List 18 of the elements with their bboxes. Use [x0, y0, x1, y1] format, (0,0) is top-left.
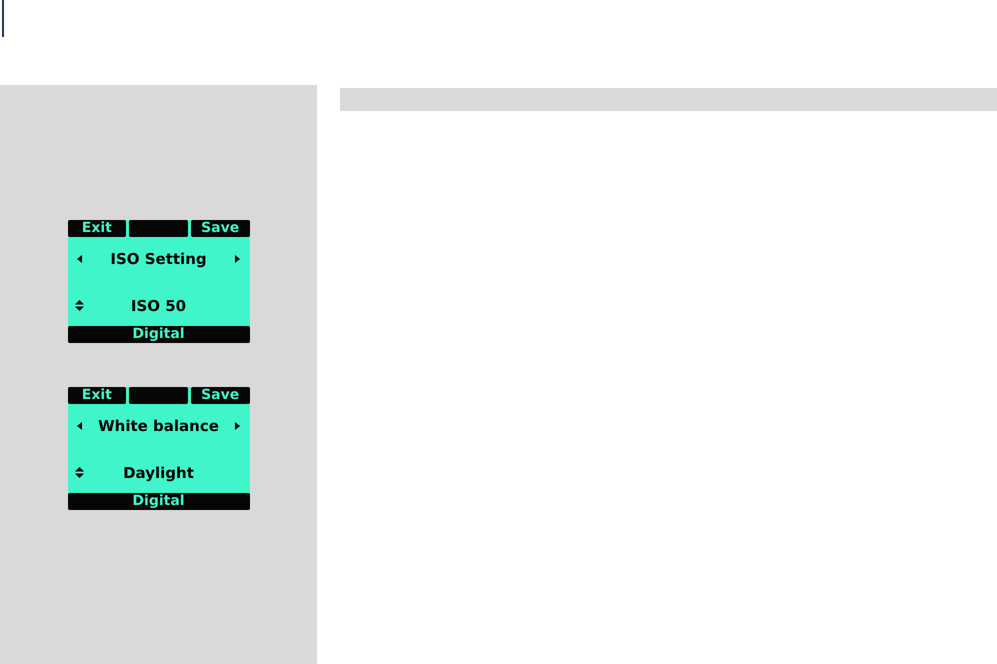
mode-bar: Digital — [68, 493, 250, 510]
setting-name: ISO Setting — [109, 250, 208, 268]
blank-softkey-bar — [129, 387, 188, 404]
right-arrow-icon — [235, 422, 240, 430]
up-down-arrow-icon — [75, 467, 84, 478]
right-arrow-icon — [235, 254, 240, 262]
softkey-label: Exit — [68, 220, 126, 237]
setting-value: Daylight — [122, 464, 195, 482]
setting-name: White balance — [97, 416, 220, 434]
up-down-arrow-icon — [75, 300, 84, 311]
softkey-label: Save — [190, 387, 250, 404]
blank-softkey-bar — [129, 220, 188, 237]
mode-bar: Digital — [68, 326, 250, 343]
softkey-label: Exit — [68, 387, 126, 404]
setting-value: ISO 50 — [130, 296, 188, 314]
left-arrow-icon — [77, 422, 82, 430]
softkey-label: Save — [190, 220, 250, 237]
left-arrow-icon — [77, 254, 82, 262]
